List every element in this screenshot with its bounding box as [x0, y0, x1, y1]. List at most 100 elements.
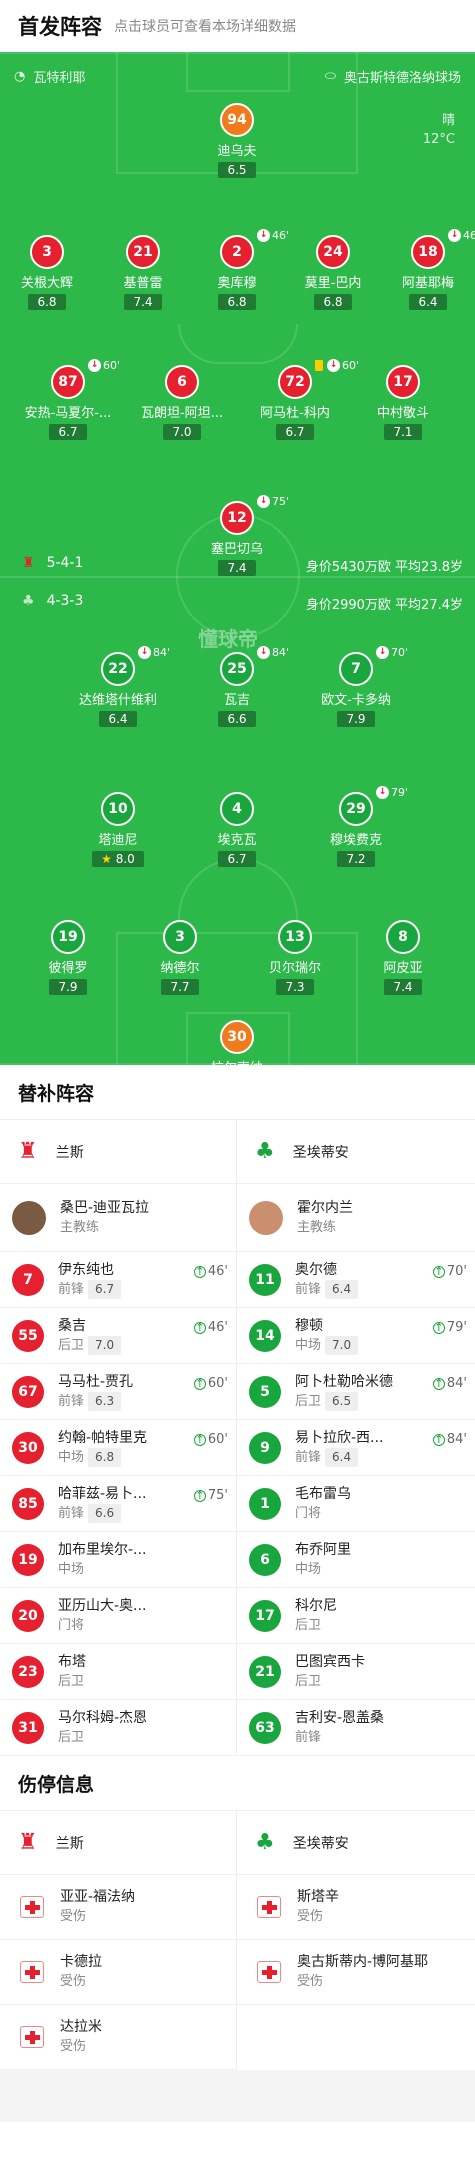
sub-name: 加布里埃尔-...	[58, 1541, 147, 1558]
injury-row[interactable]: 奥古斯蒂内-博阿基耶 受伤	[237, 1940, 475, 2005]
player-name: 莫里-巴内	[304, 276, 362, 291]
player-marker[interactable]: 7 ↓ 70' 欧文-卡多纳 7.9	[301, 646, 411, 727]
home-team-name: 兰斯	[55, 1835, 84, 1852]
weather: 晴 12°C	[423, 111, 455, 149]
player-rating: 6.8	[28, 294, 66, 310]
sub-on-badge: ↑ 60'	[193, 1376, 228, 1391]
rating-value: 7.9	[346, 712, 366, 726]
player-marker[interactable]: 22 ↓ 84' 达维塔什维利 6.4	[63, 646, 173, 727]
home-coach-row[interactable]: 桑巴-迪亚瓦拉 主教练	[0, 1184, 236, 1252]
player-marker[interactable]: 3 纳德尔 7.7	[125, 920, 235, 995]
player-number: 2	[220, 235, 254, 269]
player-marker[interactable]: 4 埃克瓦 6.7	[182, 792, 292, 867]
player-marker[interactable]: 25 ↓ 84' 瓦吉 6.6	[182, 646, 292, 727]
rating-value: 7.2	[346, 852, 366, 866]
injury-status: 受伤	[60, 1974, 87, 1989]
away-coach-row[interactable]: 霍尔内兰 主教练	[237, 1184, 475, 1252]
sub-number: 85	[12, 1487, 44, 1520]
player-marker[interactable]: 29 ↓ 79' 穆埃费克 7.2	[301, 786, 411, 867]
page-bottom	[0, 2070, 475, 2122]
player-marker[interactable]: 30拉尔索纳6.8	[182, 1020, 292, 1065]
sub-number: 63	[249, 1711, 281, 1744]
sub-player-row[interactable]: 19 加布里埃尔-... 中场	[0, 1532, 236, 1588]
player-marker[interactable]: 6 瓦朗坦-阿坦... 7.0	[127, 365, 237, 440]
sub-player-row[interactable]: 30 约翰-帕特里克 中场 6.8 ↑ 60'	[0, 1420, 236, 1476]
injured-player-name: 亚亚-福法纳	[60, 1889, 136, 1905]
sub-position: 前锋	[58, 1281, 85, 1297]
player-name: 穆埃费克	[329, 833, 382, 848]
injury-row[interactable]: 亚亚-福法纳 受伤	[0, 1875, 236, 1940]
sub-player-row[interactable]: 5 阿卜杜勒哈米德 后卫 6.5 ↑ 84'	[237, 1364, 475, 1420]
player-name: 达维塔什维利	[78, 693, 157, 708]
home-injuries-column: ♜ 兰斯 亚亚-福法纳 受伤 卡德拉 受伤 达拉米 受伤	[0, 1811, 237, 2070]
sub-name: 布乔阿里	[295, 1541, 351, 1558]
player-marker[interactable]: 2 ↓ 46' 奥库穆 6.8	[182, 229, 292, 310]
player-number: 13	[278, 920, 312, 954]
player-number: 12	[220, 501, 254, 535]
player-marker[interactable]: 8 阿皮亚 7.4	[348, 920, 458, 995]
away-age-text: 平均27.4岁	[395, 598, 463, 613]
player-marker[interactable]: 87 ↓ 60' 安热-马夏尔-... 6.7	[13, 359, 123, 440]
sub-player-row[interactable]: 63 吉利安-恩盖桑 前锋	[237, 1700, 475, 1756]
player-marker[interactable]: 94 迪乌夫 6.5	[182, 103, 292, 178]
player-number: 21	[126, 235, 160, 269]
coach-avatar	[12, 1200, 46, 1235]
sub-player-row[interactable]: 6 布乔阿里 中场	[237, 1532, 475, 1588]
sub-player-row[interactable]: 11 奥尔德 前锋 6.4 ↑ 70'	[237, 1252, 475, 1308]
injury-row[interactable]: 卡德拉 受伤	[0, 1940, 236, 2005]
venue-name: 奥古斯特德洛纳球场	[343, 70, 461, 86]
player-marker[interactable]: 13 贝尔瑞尔 7.3	[240, 920, 350, 995]
sub-name: 阿卜杜勒哈米德	[295, 1373, 393, 1390]
player-marker[interactable]: 19 彼得罗 7.9	[13, 920, 123, 995]
sub-on-minute: 60'	[207, 1432, 228, 1447]
sub-on-minute: 84'	[446, 1432, 467, 1447]
sub-position: 前锋	[295, 1729, 322, 1745]
sub-player-row[interactable]: 7 伊东纯也 前锋 6.7 ↑ 46'	[0, 1252, 236, 1308]
player-name: 瓦朗坦-阿坦...	[140, 406, 224, 421]
rating-value: 6.7	[58, 425, 78, 439]
player-marker[interactable]: 24 莫里-巴内 6.8	[278, 235, 388, 310]
sub-name: 科尔尼	[295, 1597, 337, 1614]
sub-player-row[interactable]: 55 桑吉 后卫 7.0 ↑ 46'	[0, 1308, 236, 1364]
lineup-title: 首发阵容	[18, 15, 102, 39]
player-marker[interactable]: 72 ↓ 60' 阿马杜-科内 6.7	[240, 359, 359, 440]
rating-value: 6.8	[227, 295, 247, 309]
rating-value: 6.7	[285, 425, 305, 439]
player-marker[interactable]: 3 关根大辉 6.8	[0, 235, 102, 310]
injury-row[interactable]: 达拉米 受伤	[0, 2005, 236, 2070]
player-marker[interactable]: 12 ↓ 75' 塞巴切乌 7.4	[182, 495, 292, 576]
player-name: 瓦吉	[223, 693, 250, 708]
sub-name: 哈菲兹-易卜...	[58, 1485, 147, 1502]
player-name: 迪乌夫	[217, 144, 257, 159]
injury-row[interactable]: 斯塔辛 受伤	[237, 1875, 475, 1940]
sub-on-icon: ↑	[193, 1488, 206, 1502]
player-marker[interactable]: 18↓46' 阿基耶梅 6.4	[373, 229, 475, 310]
player-marker[interactable]: 17 中村敬斗 7.1	[348, 365, 458, 440]
player-number: 3	[163, 920, 197, 954]
player-rating: 6.7	[49, 424, 87, 440]
home-coach-role: 主教练	[60, 1219, 100, 1235]
home-formation-text: 5-4-1	[46, 555, 84, 571]
player-rating: 6.7	[218, 851, 256, 867]
sub-player-row[interactable]: 17 科尔尼 后卫	[237, 1588, 475, 1644]
sub-player-row[interactable]: 20 亚历山大-奥... 门将	[0, 1588, 236, 1644]
sub-player-row[interactable]: 9 易卜拉欣-西... 前锋 6.4 ↑ 84'	[237, 1420, 475, 1476]
sub-player-row[interactable]: 67 马马杜-贾孔 前锋 6.3 ↑ 60'	[0, 1364, 236, 1420]
sub-player-row[interactable]: 85 哈菲兹-易卜... 前锋 6.6 ↑ 75'	[0, 1476, 236, 1532]
player-number: 17	[386, 365, 420, 399]
sub-player-row[interactable]: 1 毛布雷乌 门将	[237, 1476, 475, 1532]
sub-player-row[interactable]: 23 布塔 后卫	[0, 1644, 236, 1700]
referee-name: 瓦特利耶	[33, 70, 86, 86]
match-info-row: ◔ 瓦特利耶 ⬭ 奥古斯特德洛纳球场	[0, 64, 475, 88]
player-name: 中村敬斗	[376, 406, 429, 421]
sub-player-row[interactable]: 14 穆顿 中场 7.0 ↑ 79'	[237, 1308, 475, 1364]
player-number: 6	[165, 365, 199, 399]
rating-value: 8.0	[115, 852, 135, 866]
player-marker[interactable]: 10 塔迪尼 ★ 8.0	[63, 792, 173, 867]
sub-on-badge: ↑ 75'	[193, 1488, 228, 1503]
sub-rating: 6.7	[88, 1279, 122, 1299]
sub-player-row[interactable]: 31 马尔科姆-杰恩 后卫	[0, 1700, 236, 1756]
sub-name: 伊东纯也	[58, 1261, 114, 1278]
sub-player-row[interactable]: 21 巴图宾西卡 后卫	[237, 1644, 475, 1700]
sub-number: 23	[12, 1655, 44, 1688]
